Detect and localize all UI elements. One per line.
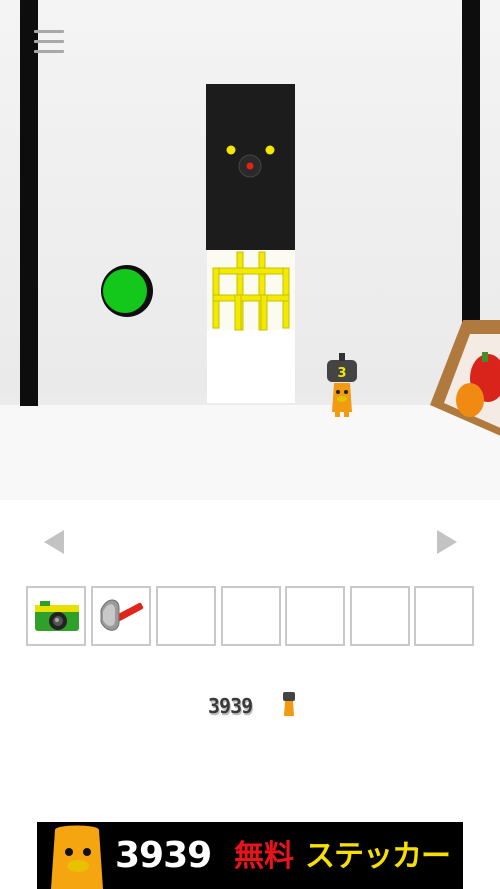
- inventory-slot-empty[interactable]: [221, 586, 281, 646]
- game-logo: 3939: [208, 690, 298, 722]
- menu-button[interactable]: [34, 30, 64, 56]
- green-button[interactable]: [103, 269, 147, 313]
- inventory-slot-axe[interactable]: [91, 586, 151, 646]
- inventory-slot-empty[interactable]: [156, 586, 216, 646]
- sticker-ad-banner[interactable]: 3939 無料 ステッカー: [37, 822, 463, 889]
- left-eye: [226, 145, 236, 155]
- nose-dot[interactable]: [246, 162, 254, 170]
- game-scene[interactable]: 3: [0, 0, 500, 500]
- logo-mascot-icon: [283, 692, 295, 716]
- menu-line: [34, 40, 64, 43]
- turn-right-arrow[interactable]: [437, 530, 457, 554]
- room-view: 3: [0, 0, 500, 500]
- camera-icon: [35, 601, 79, 631]
- menu-line: [34, 50, 64, 53]
- inventory-slot-camera[interactable]: [26, 586, 86, 646]
- doorway-floor: [207, 330, 295, 403]
- inventory-slot-empty[interactable]: [414, 586, 474, 646]
- axe-icon: [100, 599, 144, 631]
- inventory-slot-empty[interactable]: [285, 586, 345, 646]
- inventory-slot-empty[interactable]: [350, 586, 410, 646]
- left-pillar: [20, 0, 38, 406]
- right-eye: [265, 145, 275, 155]
- menu-line: [34, 30, 64, 33]
- mascot-icon: [51, 825, 103, 889]
- logo-text: 3939: [208, 694, 253, 718]
- floor: [0, 405, 500, 500]
- banner-brand: 3939: [115, 835, 212, 876]
- inventory-bar: [26, 586, 474, 646]
- turn-left-arrow[interactable]: [44, 530, 64, 554]
- banner-free-label: 無料: [234, 839, 294, 874]
- right-pillar: [462, 0, 480, 345]
- banner-sticker-label: ステッカー: [305, 839, 451, 874]
- character-screen-digit: 3: [337, 366, 346, 381]
